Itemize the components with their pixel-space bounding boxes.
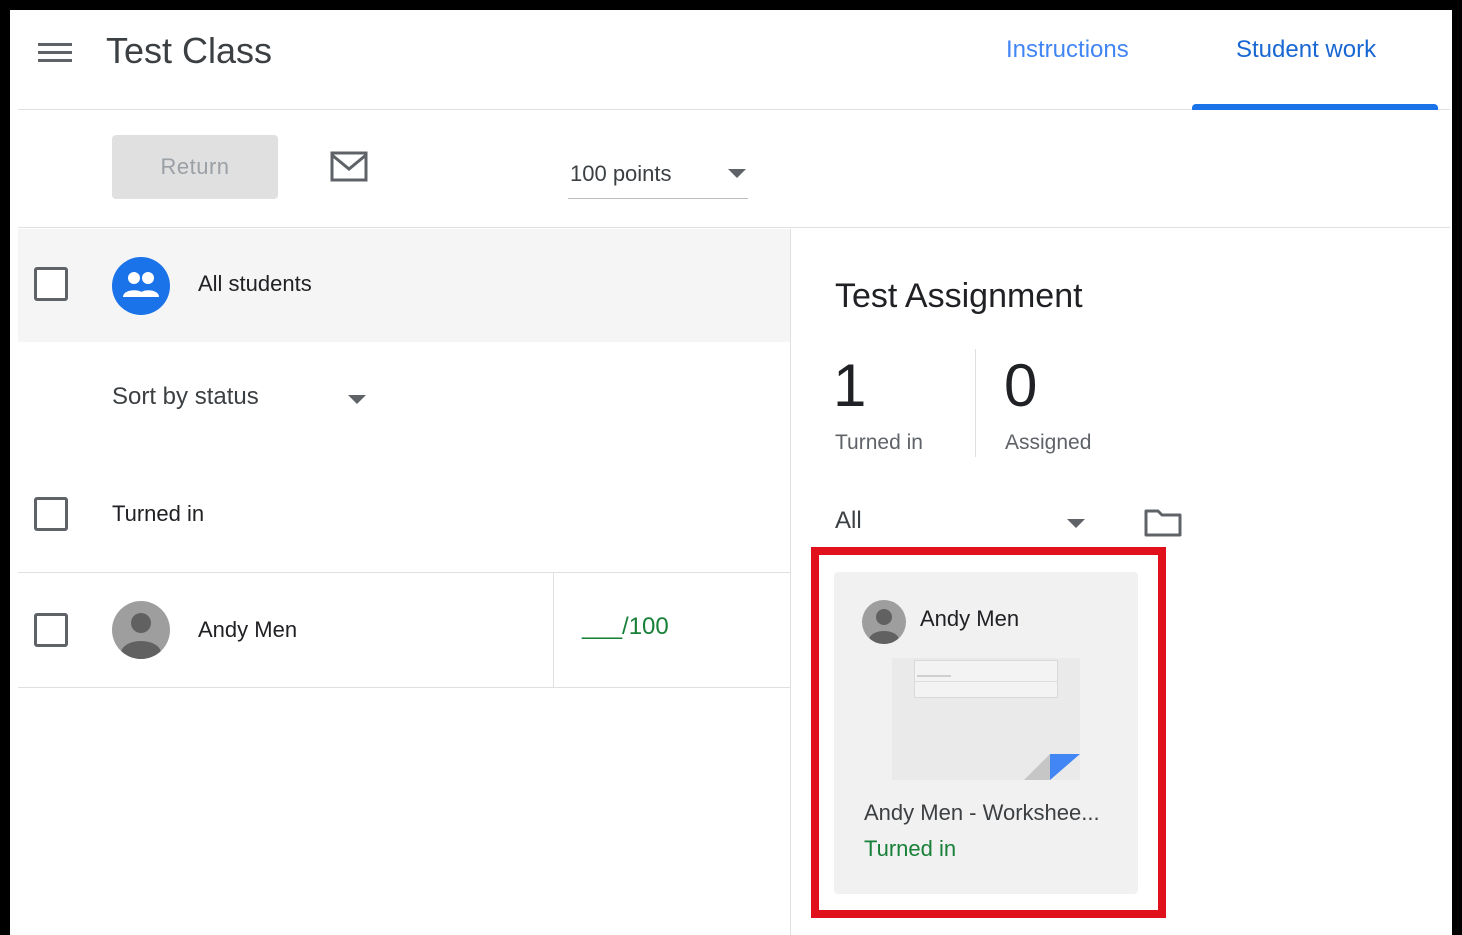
active-tab-indicator — [1192, 104, 1438, 110]
stat-turned-in-count: 1 — [833, 352, 867, 419]
people-icon — [112, 257, 170, 315]
submission-filter-dropdown[interactable]: All — [835, 505, 1089, 545]
grade-input[interactable]: ___/100 — [582, 613, 669, 641]
stat-assigned-count: 0 — [1004, 352, 1038, 419]
grade-cell[interactable]: ___/100 — [553, 573, 790, 687]
student-name: Andy Men — [198, 617, 298, 642]
highlight-annotation — [811, 547, 1166, 918]
all-students-row: All students — [18, 229, 790, 342]
folder-icon[interactable] — [1144, 507, 1182, 537]
tab-student-work[interactable]: Student work — [1236, 36, 1376, 64]
stat-divider — [975, 349, 976, 457]
student-row[interactable]: Andy Men ___/100 — [18, 572, 790, 688]
chevron-down-icon — [1067, 519, 1085, 528]
all-students-label: All students — [198, 271, 312, 296]
stat-assigned-label: Assigned — [1005, 431, 1092, 454]
menu-icon[interactable] — [38, 43, 72, 67]
return-button[interactable]: Return — [112, 135, 278, 199]
group-heading-turned-in: Turned in — [112, 501, 205, 526]
mail-icon[interactable] — [330, 151, 368, 183]
stat-turned-in-label: Turned in — [835, 431, 923, 454]
all-students-checkbox[interactable] — [34, 267, 68, 301]
tab-instructions[interactable]: Instructions — [1006, 36, 1129, 64]
turned-in-group-checkbox[interactable] — [34, 497, 68, 531]
student-checkbox[interactable] — [34, 613, 68, 647]
student-list-panel: All students Sort by status Turned in An… — [18, 229, 791, 935]
grading-toolbar: Return 100 points — [18, 111, 1450, 228]
points-value: 100 points — [570, 161, 672, 186]
avatar — [112, 601, 170, 659]
chevron-down-icon — [348, 395, 366, 404]
top-app-bar: Test Class Instructions Student work — [18, 10, 1450, 110]
points-dropdown[interactable]: 100 points — [568, 155, 748, 199]
sort-dropdown[interactable]: Sort by status — [112, 379, 382, 419]
sort-value: Sort by status — [112, 383, 259, 410]
assignment-title: Test Assignment — [835, 277, 1083, 315]
filter-value: All — [835, 507, 862, 534]
class-title: Test Class — [106, 30, 273, 71]
chevron-down-icon — [728, 169, 746, 178]
